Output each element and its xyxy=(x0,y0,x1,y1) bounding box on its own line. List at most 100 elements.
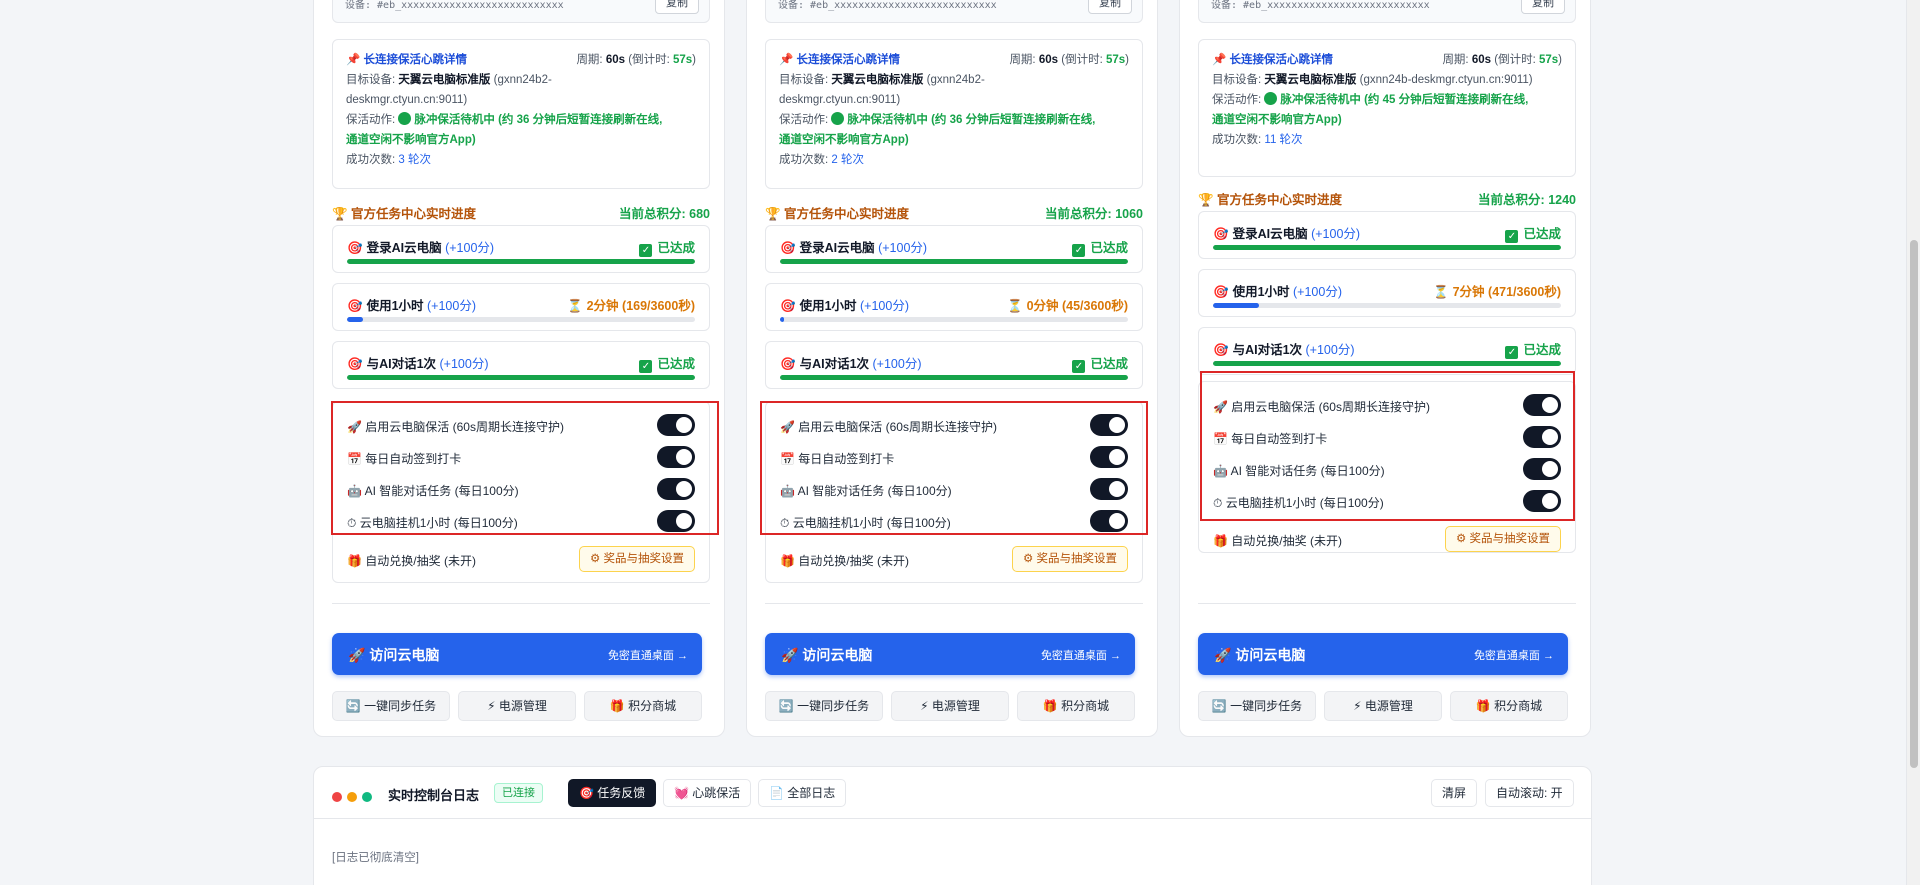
highlight-box xyxy=(760,401,1148,535)
visit-label: 访问云电脑 xyxy=(369,647,440,663)
task-progress-fill xyxy=(1213,361,1561,366)
tab-task-feedback[interactable]: 🎯 任务反馈 xyxy=(568,779,657,807)
keepalive-action-row: 保活动作: 脉冲保活待机中 (约 45 分钟后短暂连接刷新在线, 通道空闲不影响官… xyxy=(1212,90,1562,130)
task-status: ✓ 已达成 xyxy=(639,237,695,257)
action-button[interactable]: 🎁 积分商城 xyxy=(1017,691,1135,721)
task-status-text: 7分钟 (471/3600秒) xyxy=(1452,285,1561,299)
heartbeat-title[interactable]: 📌 长连接保活心跳详情 xyxy=(1212,50,1333,70)
highlight-box xyxy=(1200,371,1575,521)
copy-button[interactable]: 复制 xyxy=(1088,0,1132,14)
action-button[interactable]: ⚡ 电源管理 xyxy=(1324,691,1442,721)
tasks-title: 🏆 官方任务中心实时进度 xyxy=(765,203,909,222)
task-status-text: 0分钟 (45/3600秒) xyxy=(1026,299,1128,313)
scrollbar-thumb[interactable] xyxy=(1910,240,1918,768)
task-points: (+100分) xyxy=(445,241,495,255)
lightning-icon: ⚡ xyxy=(1353,699,1365,713)
countdown-close: ) xyxy=(692,54,696,66)
divider xyxy=(1198,603,1576,604)
heartbeat-title[interactable]: 📌 长连接保活心跳详情 xyxy=(346,50,467,70)
action-label: 一键同步任务 xyxy=(1230,699,1303,713)
redeem-label-text: 自动兑换/抽奖 (未开) xyxy=(1231,534,1342,548)
task-name: 🎯 登录AI云电脑 (+100分) xyxy=(347,237,494,256)
task-points: (+100分) xyxy=(860,299,909,313)
action-label: 保活动作: xyxy=(346,114,396,126)
visit-cloud-pc-button[interactable]: 🚀 访问云电脑 免密直通桌面 → xyxy=(332,633,702,675)
task-name: 🎯 使用1小时 (+100分) xyxy=(347,295,476,314)
action-button[interactable]: 🎁 积分商城 xyxy=(1450,691,1568,721)
period-label: 周期: xyxy=(576,54,603,66)
task-name: 🎯 使用1小时 (+100分) xyxy=(780,295,909,314)
action-button[interactable]: ⚡ 电源管理 xyxy=(891,691,1009,721)
task-name: 🎯 与AI对话1次 (+100分) xyxy=(347,353,489,372)
green-dot-icon xyxy=(362,792,372,802)
tab-heartbeat[interactable]: 💓 心跳保活 xyxy=(663,779,752,807)
countdown-value: 57s xyxy=(1538,54,1559,66)
heartbeat-title-text: 长连接保活心跳详情 xyxy=(1229,54,1334,66)
hourglass-icon: ⏳ xyxy=(567,299,583,313)
action-text: 脉冲保活待机中 (约 45 分钟后短暂连接刷新在线, xyxy=(1280,94,1529,106)
action-label: 积分商城 xyxy=(628,699,677,713)
prize-settings-button[interactable]: ⚙ 奖品与抽奖设置 xyxy=(1011,546,1128,572)
action-button[interactable]: ⚡ 电源管理 xyxy=(458,691,576,721)
divider xyxy=(332,603,710,604)
success-count: 2 轮次 xyxy=(831,154,864,166)
action-text-cont: 通道空闲不影响官方App) xyxy=(779,134,909,146)
task-item: 🎯 与AI对话1次 (+100分) ✓ 已达成 xyxy=(1198,327,1576,375)
task-name: 🎯 与AI对话1次 (+100分) xyxy=(1213,339,1355,358)
heartbeat-title[interactable]: 📌 长连接保活心跳详情 xyxy=(779,50,900,70)
total-score: 当前总积分: 1060 xyxy=(1045,203,1143,222)
task-status: ⏳ 0分钟 (45/3600秒) xyxy=(1007,295,1128,314)
action-button[interactable]: 🔄 一键同步任务 xyxy=(765,691,883,721)
tasks-title-text: 官方任务中心实时进度 xyxy=(351,207,477,221)
cloud-pc-card: 设备: #eb_xxxxxxxxxxxxxxxxxxxxxxxxxxx 复制 📌 长… xyxy=(746,0,1158,737)
task-name: 🎯 登录AI云电脑 (+100分) xyxy=(780,237,927,256)
action-button[interactable]: 🎁 积分商城 xyxy=(584,691,702,721)
console-title: 实时控制台日志 xyxy=(388,788,480,803)
visit-label: 访问云电脑 xyxy=(1235,647,1306,663)
highlight-box xyxy=(331,401,719,535)
task-progress-bar xyxy=(780,259,1128,264)
task-status: ✓ 已达成 xyxy=(1505,339,1561,359)
task-status-text: 2分钟 (169/3600秒) xyxy=(586,299,695,313)
prize-settings-button[interactable]: ⚙ 奖品与抽奖设置 xyxy=(578,546,695,572)
rocket-icon: 🚀 xyxy=(348,647,370,663)
tasks-title-text: 官方任务中心实时进度 xyxy=(1217,193,1343,207)
pin-icon: 📌 xyxy=(779,54,797,66)
period-info: 周期: 60s (倒计时: 57s) xyxy=(1009,50,1129,70)
period-value: 60s xyxy=(1038,54,1059,66)
visit-cloud-pc-button[interactable]: 🚀 访问云电脑 免密直通桌面 → xyxy=(1198,633,1568,675)
page-scrollbar[interactable] xyxy=(1906,0,1920,885)
lightning-icon: ⚡ xyxy=(920,699,932,713)
target-icon: 🎯 xyxy=(347,357,363,371)
copy-button[interactable]: 复制 xyxy=(655,0,699,14)
task-progress-fill xyxy=(780,375,1128,380)
gear-icon: ⚙ xyxy=(1455,533,1470,545)
redeem-label: 🎁 自动兑换/抽奖 (未开) xyxy=(1213,532,1342,549)
device-code: 设备: #eb_xxxxxxxxxxxxxxxxxxxxxxxxxxx xyxy=(345,0,564,11)
success-count-row: 成功次数: 2 轮次 xyxy=(779,150,1129,170)
task-status: ⏳ 7分钟 (471/3600秒) xyxy=(1433,281,1561,300)
copy-button[interactable]: 复制 xyxy=(1521,0,1565,14)
device-code: 设备: #eb_xxxxxxxxxxxxxxxxxxxxxxxxxxx xyxy=(778,0,997,11)
visit-cloud-pc-button[interactable]: 🚀 访问云电脑 免密直通桌面 → xyxy=(765,633,1135,675)
tab-all-logs[interactable]: 📄 全部日志 xyxy=(758,779,847,807)
task-status: ⏳ 2分钟 (169/3600秒) xyxy=(567,295,695,314)
checkmark-icon: ✓ xyxy=(1505,346,1519,359)
heartbeat-panel: 📌 长连接保活心跳详情 周期: 60s (倒计时: 57s) 目标设备: 天翼云电脑… xyxy=(765,39,1143,189)
status-dot-icon xyxy=(831,112,845,125)
checkmark-icon: ✓ xyxy=(639,244,653,257)
action-label: 电源管理 xyxy=(931,699,980,713)
action-button[interactable]: 🔄 一键同步任务 xyxy=(332,691,450,721)
autoscroll-button[interactable]: 自动滚动: 开 xyxy=(1485,779,1574,807)
action-button[interactable]: 🔄 一键同步任务 xyxy=(1198,691,1316,721)
red-dot-icon xyxy=(332,792,342,802)
target-icon: 🎯 xyxy=(579,786,598,800)
task-progress-bar xyxy=(1213,245,1561,250)
target-device-row: 目标设备: 天翼云电脑标准版 (gxnn24b2- deskmgr.ctyun.c… xyxy=(346,70,696,110)
trophy-icon: 🏆 xyxy=(332,207,352,221)
tasks-header: 🏆 官方任务中心实时进度 当前总积分: 1060 xyxy=(765,203,1143,222)
task-points: (+100分) xyxy=(427,299,476,313)
score-value: 1060 xyxy=(1115,207,1143,221)
clear-button[interactable]: 清屏 xyxy=(1431,779,1478,807)
prize-settings-button[interactable]: ⚙ 奖品与抽奖设置 xyxy=(1444,526,1561,552)
